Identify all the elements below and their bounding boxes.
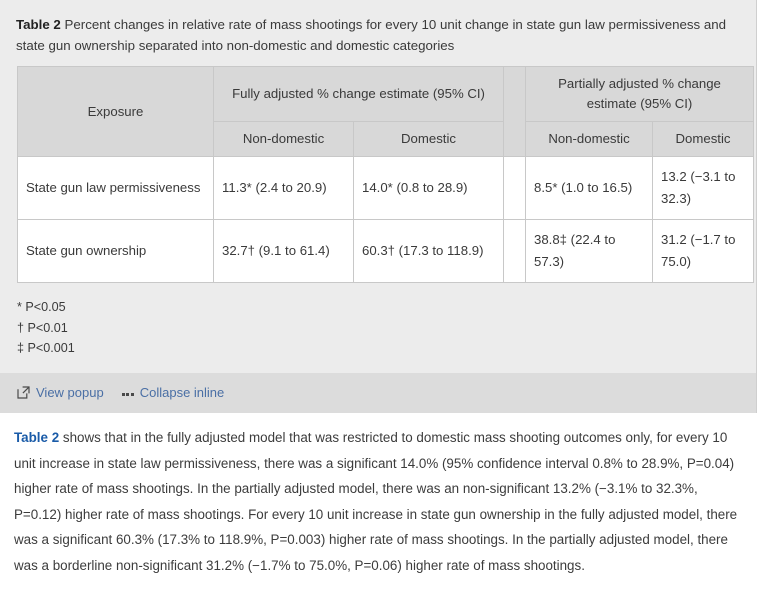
cell-fully-domestic: 14.0* (0.8 to 28.9) [352,156,505,220]
table-container: Exposure Fully adjusted % change estimat… [0,66,756,283]
column-group-header-partially-adjusted: Partially adjusted % change estimate (95… [525,66,755,122]
column-spacer-header [503,66,527,157]
column-header-fully-non-domestic: Non-domestic [213,121,354,157]
column-header-fully-domestic: Domestic [352,121,505,157]
column-header-partially-domestic: Domestic [652,121,755,157]
view-popup-label: View popup [36,384,104,400]
table-caption: Table 2 Percent changes in relative rate… [0,0,756,66]
cell-fully-domestic: 60.3† (17.3 to 118.9) [352,219,505,283]
ellipsis-icon [121,384,134,401]
table-row: State gun law permissiveness 11.3* (2.4 … [17,156,755,220]
table-caption-text: Percent changes in relative rate of mass… [16,17,727,53]
collapse-inline-label: Collapse inline [139,384,225,400]
table-caption-label: Table 2 [16,17,61,32]
cell-partially-non-domestic: 8.5* (1.0 to 16.5) [525,156,654,220]
cell-partially-non-domestic: 38.8‡ (22.4 to 57.3) [525,219,654,283]
row-label-exposure: State gun law permissiveness [17,156,214,220]
table-figure-panel: Table 2 Percent changes in relative rate… [0,0,757,413]
cell-fully-non-domestic: 32.7† (9.1 to 61.4) [213,219,354,283]
article-paragraph: Table 2 shows that in the fully adjusted… [0,425,759,578]
row-label-exposure: State gun ownership [17,219,214,283]
footnote-item: † P<0.01 [17,320,68,335]
column-header-partially-non-domestic: Non-domestic [525,121,654,157]
view-popup-button[interactable]: View popup [17,385,104,400]
paragraph-text: shows that in the fully adjusted model t… [14,430,738,573]
table-body: State gun law permissiveness 11.3* (2.4 … [17,156,755,283]
table-reference-link[interactable]: Table 2 [14,430,59,445]
cell-fully-non-domestic: 11.3* (2.4 to 20.9) [213,156,354,220]
cell-partially-domestic: 13.2 (−3.1 to 32.3) [652,156,755,220]
table-head: Exposure Fully adjusted % change estimat… [17,66,755,157]
footnote-item: ‡ P<0.001 [17,341,75,355]
cell-partially-domestic: 31.2 (−1.7 to 75.0) [652,219,755,283]
footnote-item: * P<0.05 [17,300,66,314]
table-action-bar: View popup Collapse inline [0,372,756,413]
cell-spacer [503,219,527,283]
results-table: Exposure Fully adjusted % change estimat… [17,66,755,283]
collapse-inline-button[interactable]: Collapse inline [121,384,225,401]
column-header-exposure: Exposure [17,66,214,157]
table-row: State gun ownership 32.7† (9.1 to 61.4) … [17,219,755,283]
table-header-row-groups: Exposure Fully adjusted % change estimat… [17,66,755,157]
table-footnotes: * P<0.05 † P<0.01 ‡ P<0.001 [0,283,756,373]
column-group-header-fully-adjusted: Fully adjusted % change estimate (95% CI… [212,66,505,122]
cell-spacer [503,156,527,220]
external-link-icon [17,385,30,399]
